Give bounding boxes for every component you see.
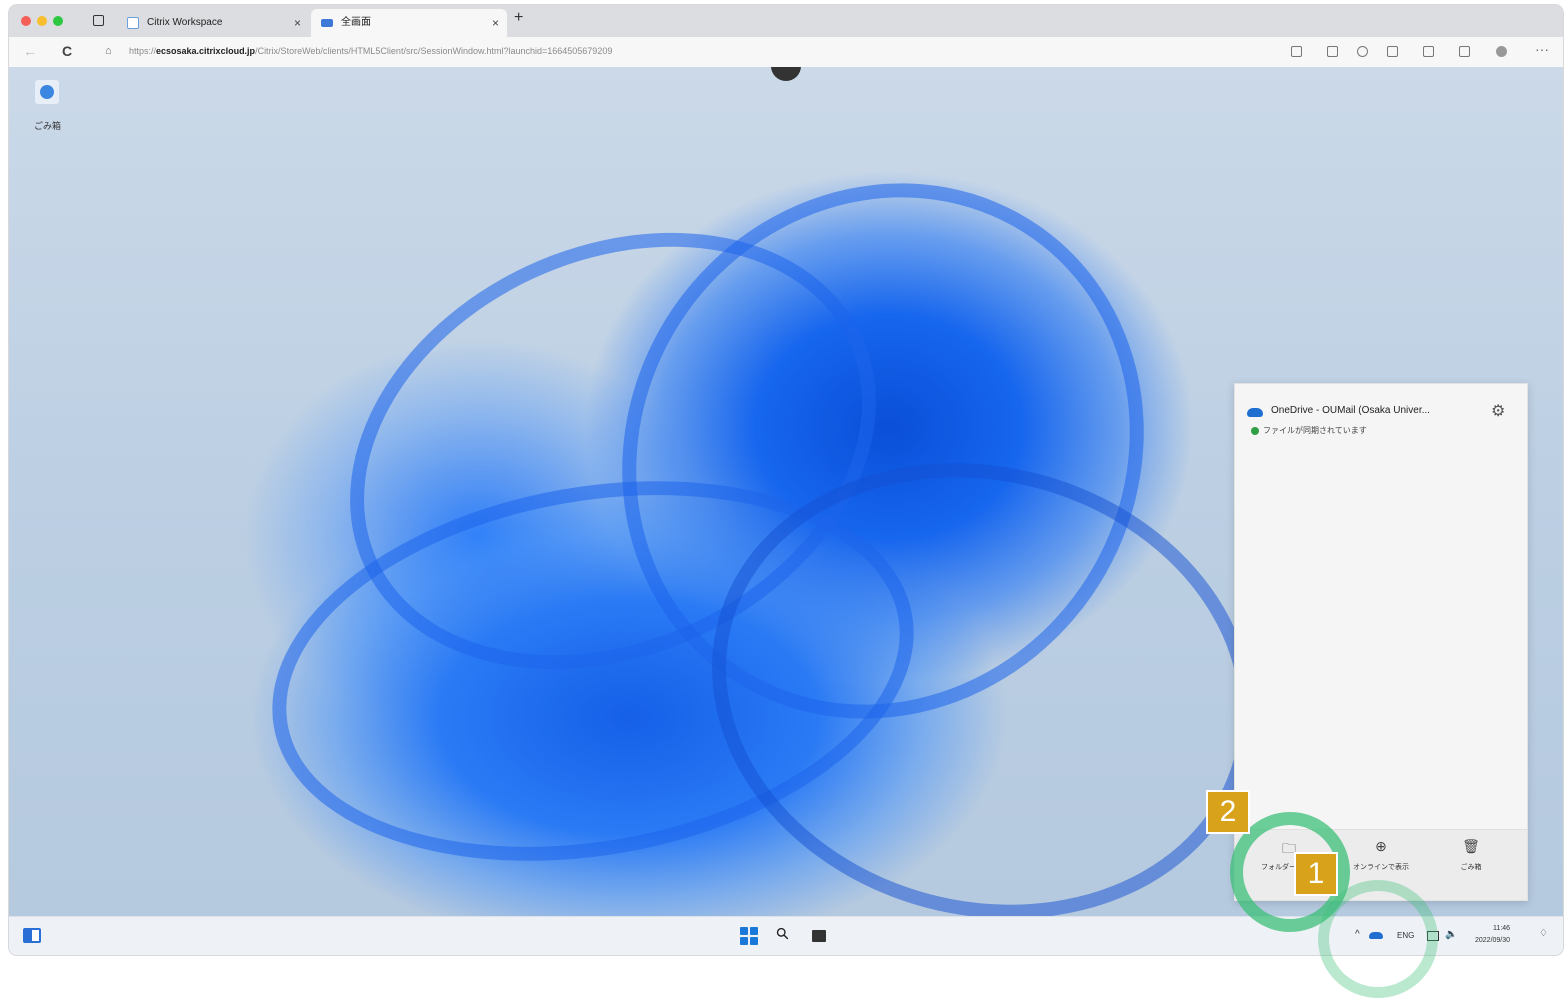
browser-window: Citrix Workspace × 全画面 × + ← C ⌂ https:/… xyxy=(9,5,1563,955)
recycle-bin-label: ごみ箱 xyxy=(34,121,62,131)
recycle-bin-button-label: ごみ箱 xyxy=(1460,864,1482,871)
recycle-bin-icon[interactable] xyxy=(35,80,59,104)
view-online-label: オンラインで表示 xyxy=(1353,864,1409,871)
tab-fullscreen[interactable]: 全画面 × xyxy=(311,9,507,37)
close-window-button[interactable] xyxy=(21,16,31,26)
more-icon[interactable]: ··· xyxy=(1535,41,1549,57)
tab-title: Citrix Workspace xyxy=(147,17,223,28)
sync-status: ファイルが同期されています xyxy=(1263,426,1367,435)
maximize-window-button[interactable] xyxy=(53,16,63,26)
collections-icon[interactable] xyxy=(1459,46,1470,57)
citrix-favicon-icon xyxy=(127,17,139,29)
reader-mode-icon[interactable] xyxy=(1291,46,1302,57)
clock-date: 2022/09/30 xyxy=(1475,937,1511,944)
reload-icon[interactable]: C xyxy=(62,43,72,59)
citrix-toolbar-handle[interactable] xyxy=(771,67,801,81)
new-tab-button[interactable]: + xyxy=(514,9,523,27)
close-tab-icon[interactable]: × xyxy=(492,9,499,37)
close-tab-icon[interactable]: × xyxy=(294,9,301,37)
back-icon[interactable]: ← xyxy=(23,43,37,59)
clock-time: 11:46 xyxy=(1493,925,1511,932)
favorite-icon[interactable] xyxy=(1387,46,1398,57)
sync-ok-icon xyxy=(1251,427,1259,435)
globe-icon: ⊕ xyxy=(1375,838,1387,854)
notification-icon[interactable]: ♢ xyxy=(1539,928,1548,939)
settings-gear-icon[interactable]: ⚙ xyxy=(1491,401,1505,421)
favorites-icon[interactable] xyxy=(1423,46,1434,57)
start-button[interactable] xyxy=(740,927,758,945)
profile-icon[interactable] xyxy=(1496,46,1507,57)
url-field[interactable]: https://ecsosaka.citrixcloud.jp/Citrix/S… xyxy=(129,46,612,56)
address-bar-row: ← C ⌂ https://ecsosaka.citrixcloud.jp/Ci… xyxy=(9,37,1563,68)
step-badge-1: 1 xyxy=(1294,852,1338,896)
read-aloud-icon[interactable] xyxy=(1357,46,1368,57)
tab-bar: Citrix Workspace × 全画面 × + xyxy=(9,5,1563,37)
task-view-icon[interactable] xyxy=(812,930,826,942)
tab-actions-icon[interactable] xyxy=(93,15,104,26)
app-icon[interactable] xyxy=(1327,46,1338,57)
search-icon[interactable]: ⚲ xyxy=(772,923,794,945)
tab-title: 全画面 xyxy=(341,17,371,28)
widgets-icon[interactable] xyxy=(23,928,41,943)
clock[interactable]: 11:46 2022/09/30 xyxy=(1475,923,1510,947)
highlight-ring-1 xyxy=(1318,880,1438,998)
desktop-favicon-icon xyxy=(321,19,333,27)
onedrive-cloud-icon xyxy=(1247,408,1263,417)
tab-citrix-workspace[interactable]: Citrix Workspace × xyxy=(117,9,309,37)
trash-icon: 🗑 xyxy=(1462,838,1480,854)
view-online-button[interactable]: ⊕ オンラインで表示 xyxy=(1341,838,1421,872)
recycle-bin-button[interactable]: 🗑 ごみ箱 xyxy=(1431,838,1511,872)
home-icon[interactable]: ⌂ xyxy=(105,45,112,57)
minimize-window-button[interactable] xyxy=(37,16,47,26)
step-badge-2: 2 xyxy=(1206,790,1250,834)
onedrive-title: OneDrive - OUMail (Osaka Univer... xyxy=(1271,405,1430,416)
remote-desktop[interactable]: ごみ箱 OneDrive - OUMail (Osaka Univer... ⚙… xyxy=(9,67,1563,917)
volume-icon[interactable]: 🔈 xyxy=(1445,929,1457,940)
